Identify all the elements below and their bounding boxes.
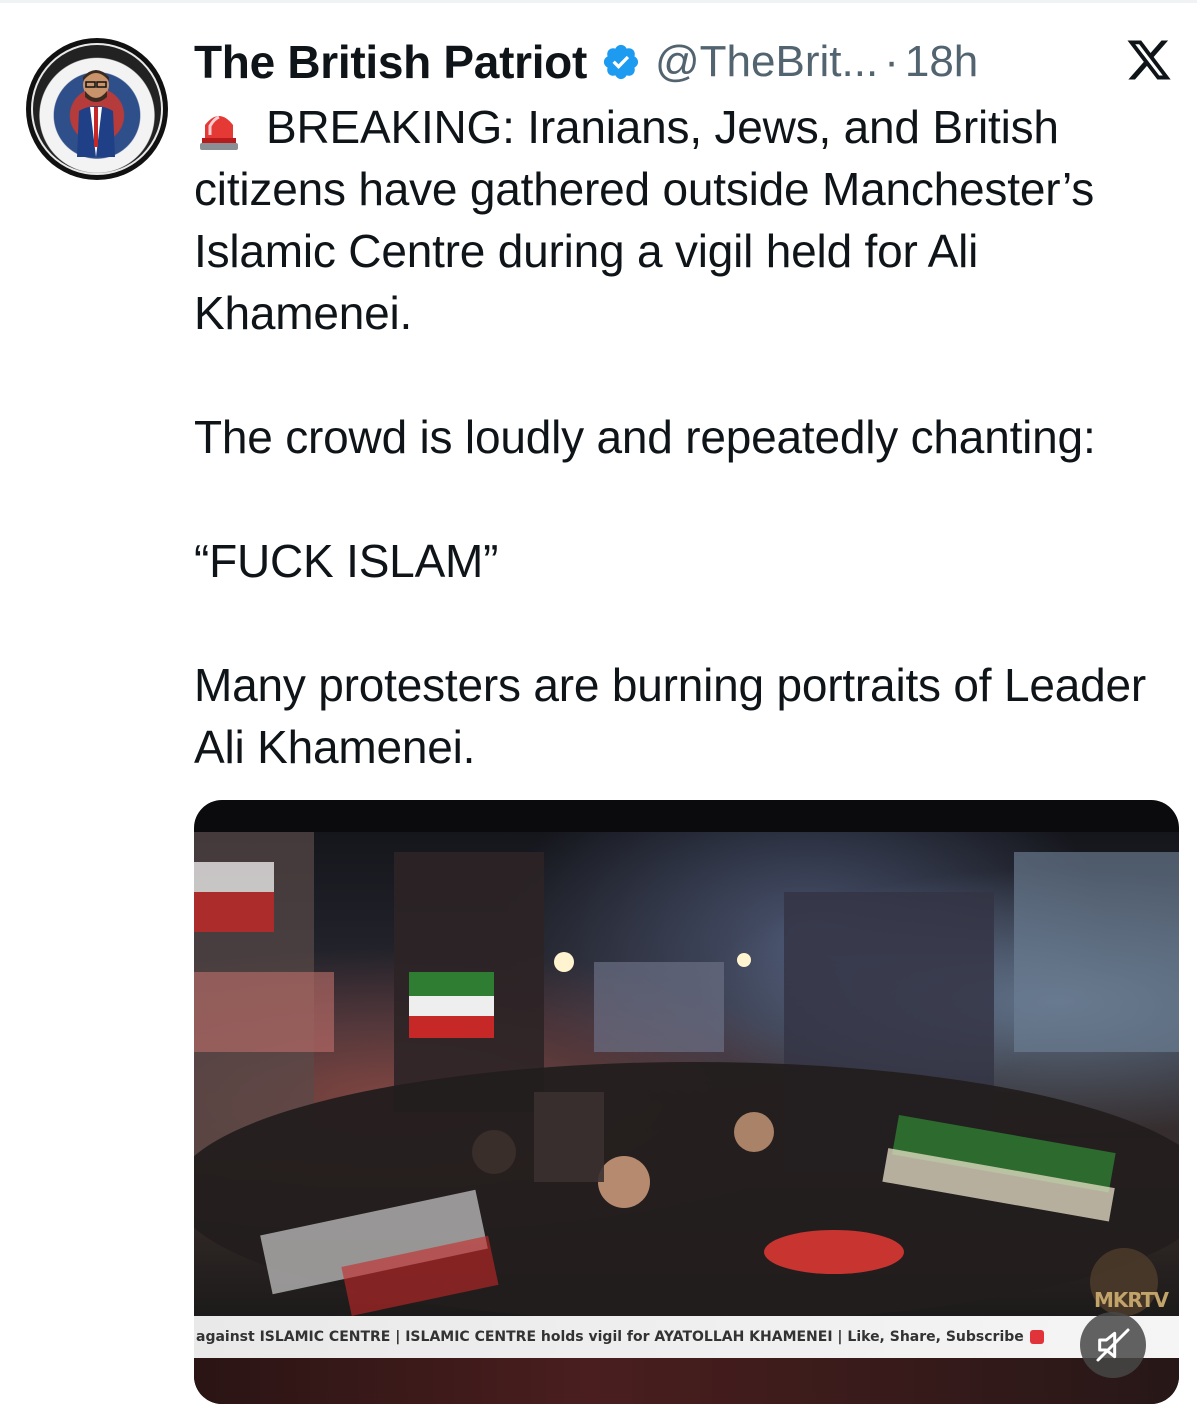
subscribe-icon	[1029, 1330, 1044, 1344]
post-timestamp[interactable]: 18h	[905, 37, 978, 87]
top-divider	[0, 0, 1197, 3]
video-player[interactable]: MKRTV against ISLAMIC CENTRE | ISLAMIC C…	[194, 800, 1179, 1404]
verified-badge-icon	[603, 44, 639, 80]
news-ticker: against ISLAMIC CENTRE | ISLAMIC CENTRE …	[194, 1316, 1179, 1358]
header-separator: ·	[884, 37, 899, 86]
post-paragraph-1-text: BREAKING: Iranians, Jews, and British ci…	[194, 101, 1095, 339]
post-paragraph-3: “FUCK ISLAM”	[194, 535, 499, 587]
post-body: BREAKING: Iranians, Jews, and British ci…	[194, 96, 1174, 778]
post-header: The British Patriot @TheBrit... · 18h	[194, 34, 978, 90]
video-bottom-band	[194, 1358, 1179, 1404]
protest-scene-image	[194, 832, 1179, 1322]
post-paragraph-4: Many protesters are burning portraits of…	[194, 659, 1146, 773]
muted-speaker-icon	[1096, 1328, 1130, 1362]
avatar-image	[31, 43, 163, 175]
x-logo-icon[interactable]	[1124, 36, 1174, 84]
mute-button[interactable]	[1080, 1312, 1146, 1378]
siren-emoji-icon	[200, 115, 238, 150]
avatar-figure-icon	[77, 70, 115, 157]
avatar[interactable]	[26, 38, 168, 180]
post-paragraph-1: BREAKING: Iranians, Jews, and British ci…	[194, 96, 1174, 344]
author-name[interactable]: The British Patriot	[194, 35, 587, 89]
video-frame	[194, 832, 1179, 1322]
channel-watermark: MKRTV	[1094, 1288, 1169, 1312]
post-paragraph-2: The crowd is loudly and repeatedly chant…	[194, 411, 1096, 463]
author-handle[interactable]: @TheBrit...	[655, 37, 878, 87]
ticker-text: against ISLAMIC CENTRE | ISLAMIC CENTRE …	[196, 1329, 1024, 1345]
